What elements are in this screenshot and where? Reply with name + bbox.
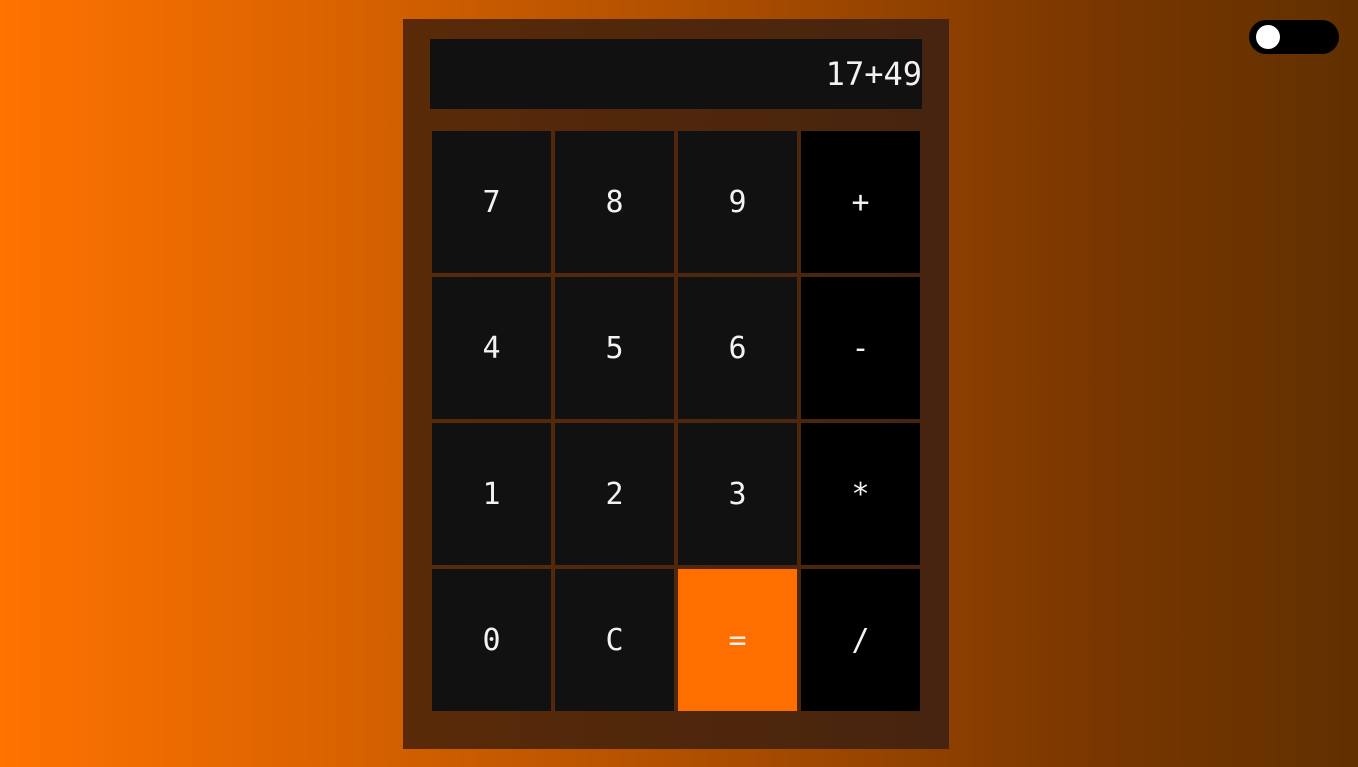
key-2[interactable]: 2 xyxy=(555,423,674,565)
key-7[interactable]: 7 xyxy=(432,131,551,273)
key-multiply[interactable]: * xyxy=(801,423,920,565)
key-subtract[interactable]: - xyxy=(801,277,920,419)
key-6[interactable]: 6 xyxy=(678,277,797,419)
key-8[interactable]: 8 xyxy=(555,131,674,273)
key-5[interactable]: 5 xyxy=(555,277,674,419)
theme-toggle[interactable] xyxy=(1249,20,1339,54)
key-clear[interactable]: C xyxy=(555,569,674,711)
keypad: 7 8 9 + 4 5 6 - 1 2 3 * 0 C = / xyxy=(432,131,920,711)
toggle-knob xyxy=(1256,25,1280,49)
key-add[interactable]: + xyxy=(801,131,920,273)
key-equals[interactable]: = xyxy=(678,569,797,711)
key-4[interactable]: 4 xyxy=(432,277,551,419)
key-0[interactable]: 0 xyxy=(432,569,551,711)
calculator-display: 17+49 xyxy=(430,39,922,109)
key-9[interactable]: 9 xyxy=(678,131,797,273)
key-divide[interactable]: / xyxy=(801,569,920,711)
key-3[interactable]: 3 xyxy=(678,423,797,565)
key-1[interactable]: 1 xyxy=(432,423,551,565)
calculator: 17+49 7 8 9 + 4 5 6 - 1 2 3 * 0 C = / xyxy=(403,19,949,749)
